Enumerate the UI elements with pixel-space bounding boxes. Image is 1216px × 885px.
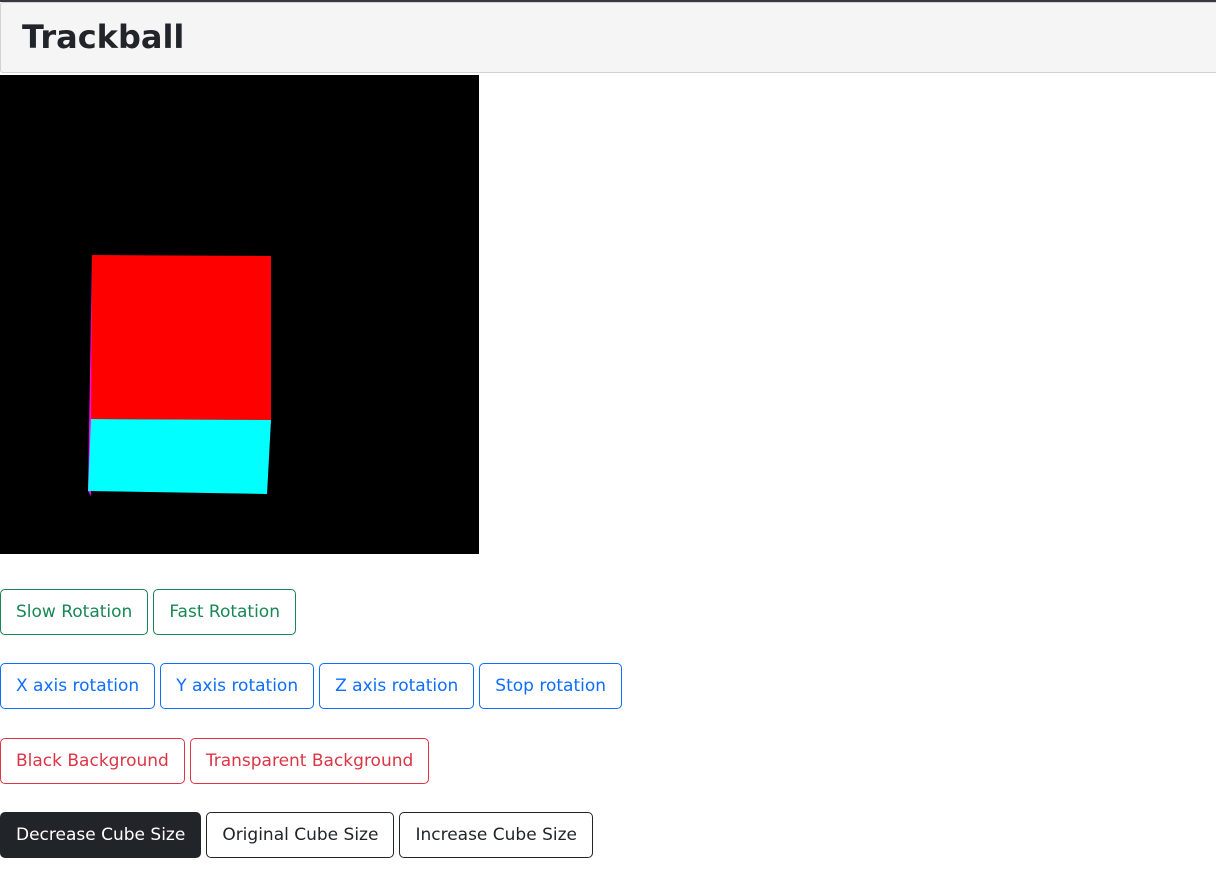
rotation-axis-controls: X axis rotation Y axis rotation Z axis r… xyxy=(0,663,623,709)
slow-rotation-button[interactable]: Slow Rotation xyxy=(0,589,149,635)
z-axis-rotation-button[interactable]: Z axis rotation xyxy=(319,663,475,709)
cube-front-face xyxy=(91,255,271,420)
transparent-background-button[interactable]: Transparent Background xyxy=(189,738,430,784)
cube-render xyxy=(88,255,271,496)
page-title: Trackball xyxy=(22,18,185,56)
navbar: Trackball xyxy=(0,2,1216,73)
webgl-canvas[interactable] xyxy=(0,75,479,554)
original-cube-size-button[interactable]: Original Cube Size xyxy=(206,812,395,858)
decrease-cube-size-button[interactable]: Decrease Cube Size xyxy=(0,812,202,858)
cube-size-controls: Decrease Cube Size Original Cube Size In… xyxy=(0,812,593,858)
background-controls: Black Background Transparent Background xyxy=(0,738,430,784)
y-axis-rotation-button[interactable]: Y axis rotation xyxy=(160,663,315,709)
x-axis-rotation-button[interactable]: X axis rotation xyxy=(0,663,156,709)
black-background-button[interactable]: Black Background xyxy=(0,738,185,784)
rotation-speed-controls: Slow Rotation Fast Rotation xyxy=(0,589,296,635)
fast-rotation-button[interactable]: Fast Rotation xyxy=(153,589,296,635)
stop-rotation-button[interactable]: Stop rotation xyxy=(479,663,623,709)
increase-cube-size-button[interactable]: Increase Cube Size xyxy=(399,812,593,858)
cube-bottom-face xyxy=(88,419,271,494)
